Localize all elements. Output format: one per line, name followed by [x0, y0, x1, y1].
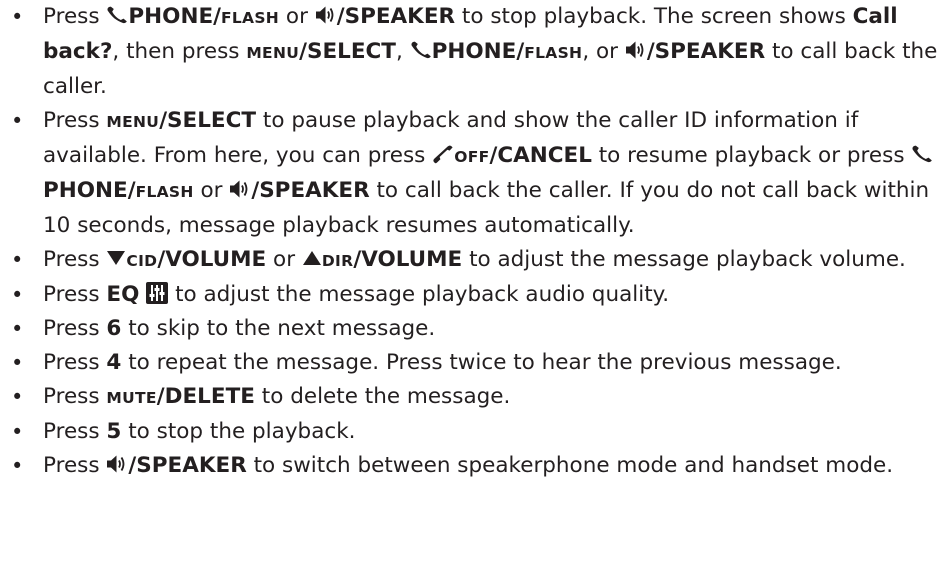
key-label: MENU — [106, 113, 160, 131]
speaker-icon — [315, 5, 337, 25]
item-text: , — [395, 39, 410, 64]
item-text: or — [279, 4, 315, 29]
key-label: /CANCEL — [489, 143, 592, 168]
key-label: /SELECT — [299, 39, 396, 64]
key-label: FLASH — [220, 9, 280, 27]
instruction-list: Press PHONE/FLASH or /SPEAKER to stop pl… — [0, 0, 940, 483]
key-label: PHONE/ — [431, 39, 525, 64]
item-text: to stop the playback. — [121, 419, 356, 444]
item-text: or — [193, 178, 230, 203]
list-item: Press MUTE/DELETE to delete the message. — [0, 380, 940, 415]
item-text: Press — [43, 108, 107, 133]
key-label: /VOLUME — [157, 247, 267, 272]
list-item: Press CID/VOLUME or DIR/VOLUME to adjust… — [0, 243, 940, 278]
key-label: OFF — [454, 148, 490, 166]
item-text: to stop playback. The screen shows — [455, 4, 853, 29]
item-text: , or — [582, 39, 625, 64]
item-text: Press — [43, 316, 107, 341]
key-label: FLASH — [135, 183, 194, 201]
key-label: 4 — [106, 350, 122, 375]
down-triangle-icon — [106, 250, 126, 266]
phone-icon — [410, 41, 432, 59]
key-label: MUTE — [106, 389, 157, 407]
speaker-icon — [625, 40, 647, 60]
speaker-icon — [106, 454, 128, 474]
phone-icon — [911, 145, 933, 163]
item-text: to skip to the next message. — [121, 316, 436, 341]
item-text: or — [266, 247, 302, 272]
key-label: /VOLUME — [353, 247, 463, 272]
item-text: to adjust the message playback volume. — [462, 247, 906, 272]
item-text: Press — [43, 282, 107, 307]
equalizer-icon — [146, 282, 169, 304]
list-item: Press PHONE/FLASH or /SPEAKER to stop pl… — [0, 0, 940, 104]
list-item: Press /SPEAKER to switch between speaker… — [0, 449, 940, 483]
key-label: PHONE/ — [43, 178, 136, 203]
list-item: Press 6 to skip to the next message. — [0, 312, 940, 346]
list-item: Press MENU/SELECT to pause playback and … — [0, 104, 940, 243]
key-label: CID — [126, 252, 158, 270]
item-text: Press — [43, 419, 107, 444]
phone-icon — [106, 6, 128, 24]
key-label: /SELECT — [159, 108, 257, 133]
item-text: to adjust the message playback audio qua… — [168, 282, 670, 307]
list-item: Press 4 to repeat the message. Press twi… — [0, 346, 940, 380]
key-label: 5 — [106, 419, 122, 444]
item-text: Press — [43, 4, 107, 29]
key-label: 6 — [106, 316, 122, 341]
key-label: /SPEAKER — [251, 178, 370, 203]
up-triangle-icon — [302, 250, 322, 266]
key-label: MENU — [246, 44, 300, 62]
key-label: /SPEAKER — [336, 4, 456, 29]
key-label: /SPEAKER — [128, 453, 247, 478]
key-label: /SPEAKER — [646, 39, 766, 64]
item-text: Press — [43, 384, 107, 409]
item-text: Press — [43, 350, 107, 375]
key-label: DIR — [321, 252, 354, 270]
hangup-icon — [432, 144, 454, 164]
key-label: FLASH — [524, 44, 583, 62]
key-label: PHONE/ — [128, 4, 221, 29]
speaker-icon — [229, 179, 251, 199]
key-label: /DELETE — [156, 384, 255, 409]
item-text — [139, 282, 146, 307]
list-item: Press 5 to stop the playback. — [0, 415, 940, 449]
instruction-page: Press PHONE/FLASH or /SPEAKER to stop pl… — [0, 0, 940, 483]
item-text: to switch between speakerphone mode and … — [246, 453, 894, 478]
item-text: Press — [43, 247, 107, 272]
item-text: to repeat the message. Press twice to he… — [121, 350, 842, 375]
item-text: Press — [43, 453, 107, 478]
key-label: EQ — [106, 282, 140, 307]
item-text: to delete the message. — [254, 384, 511, 409]
item-text: to resume playback or press — [591, 143, 912, 168]
list-item: Press EQ to adjust the message playback … — [0, 278, 940, 312]
item-text: , then press — [112, 39, 247, 64]
